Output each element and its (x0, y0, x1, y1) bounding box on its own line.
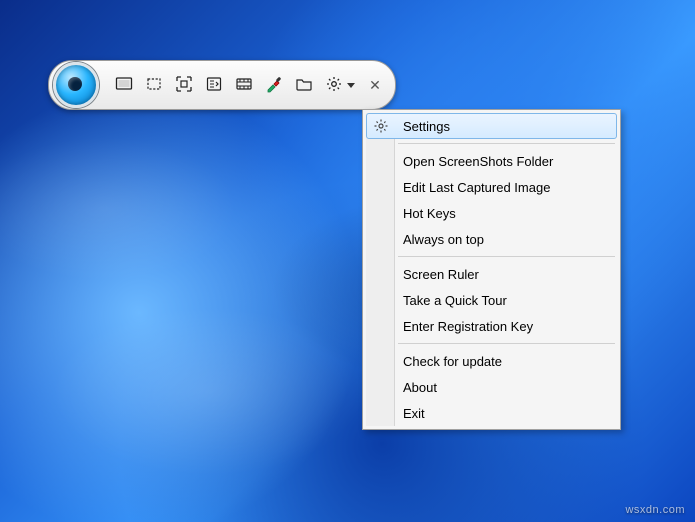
capture-fullscreen-icon (115, 75, 133, 96)
menu-item-label: Edit Last Captured Image (403, 180, 550, 195)
open-folder-icon (295, 75, 313, 96)
settings-gear-icon (325, 75, 343, 96)
menu-item-settings[interactable]: Settings (366, 113, 617, 139)
capture-region-icon (145, 75, 163, 96)
menu-item-screen-ruler[interactable]: Screen Ruler (366, 261, 617, 287)
menu-item-exit[interactable]: Exit (366, 400, 617, 426)
menu-separator (398, 343, 615, 344)
menu-item-label: About (403, 380, 437, 395)
app-toolbar: ✕ (48, 60, 396, 110)
capture-scrolling-button[interactable] (200, 71, 228, 99)
menu-item-label: Always on top (403, 232, 484, 247)
menu-item-label: Exit (403, 406, 425, 421)
menu-separator (398, 143, 615, 144)
menu-item-about[interactable]: About (366, 374, 617, 400)
menu-item-check-for-update[interactable]: Check for update (366, 348, 617, 374)
menu-item-label: Take a Quick Tour (403, 293, 507, 308)
capture-window-icon (175, 75, 193, 96)
settings-dropdown-menu: Settings Open ScreenShots Folder Edit La… (362, 109, 621, 430)
menu-item-label: Check for update (403, 354, 502, 369)
menu-item-label: Settings (403, 119, 450, 134)
menu-item-label: Screen Ruler (403, 267, 479, 282)
toolbar-close-button[interactable]: ✕ (365, 75, 385, 95)
menu-item-enter-registration-key[interactable]: Enter Registration Key (366, 313, 617, 339)
menu-separator (398, 256, 615, 257)
menu-item-always-on-top[interactable]: Always on top (366, 226, 617, 252)
settings-button[interactable] (320, 71, 348, 99)
capture-region-button[interactable] (140, 71, 168, 99)
color-picker-button[interactable] (260, 71, 288, 99)
color-picker-icon (265, 75, 283, 96)
desktop-wallpaper: ✕ Settings Open ScreenShots Folder Edit … (0, 0, 695, 522)
watermark-text: wsxdn.com (625, 504, 685, 516)
gear-icon (372, 117, 390, 135)
menu-item-label: Enter Registration Key (403, 319, 533, 334)
capture-scrolling-icon (205, 75, 223, 96)
app-logo-lens[interactable] (53, 62, 99, 108)
menu-item-hot-keys[interactable]: Hot Keys (366, 200, 617, 226)
menu-item-edit-last-captured-image[interactable]: Edit Last Captured Image (366, 174, 617, 200)
menu-item-label: Open ScreenShots Folder (403, 154, 553, 169)
menu-item-open-screenshots-folder[interactable]: Open ScreenShots Folder (366, 148, 617, 174)
capture-video-button[interactable] (230, 71, 258, 99)
capture-video-icon (235, 75, 253, 96)
open-folder-button[interactable] (290, 71, 318, 99)
settings-dropdown-arrow-icon[interactable] (347, 83, 355, 88)
menu-item-take-a-quick-tour[interactable]: Take a Quick Tour (366, 287, 617, 313)
capture-window-button[interactable] (170, 71, 198, 99)
capture-fullscreen-button[interactable] (110, 71, 138, 99)
menu-item-label: Hot Keys (403, 206, 456, 221)
